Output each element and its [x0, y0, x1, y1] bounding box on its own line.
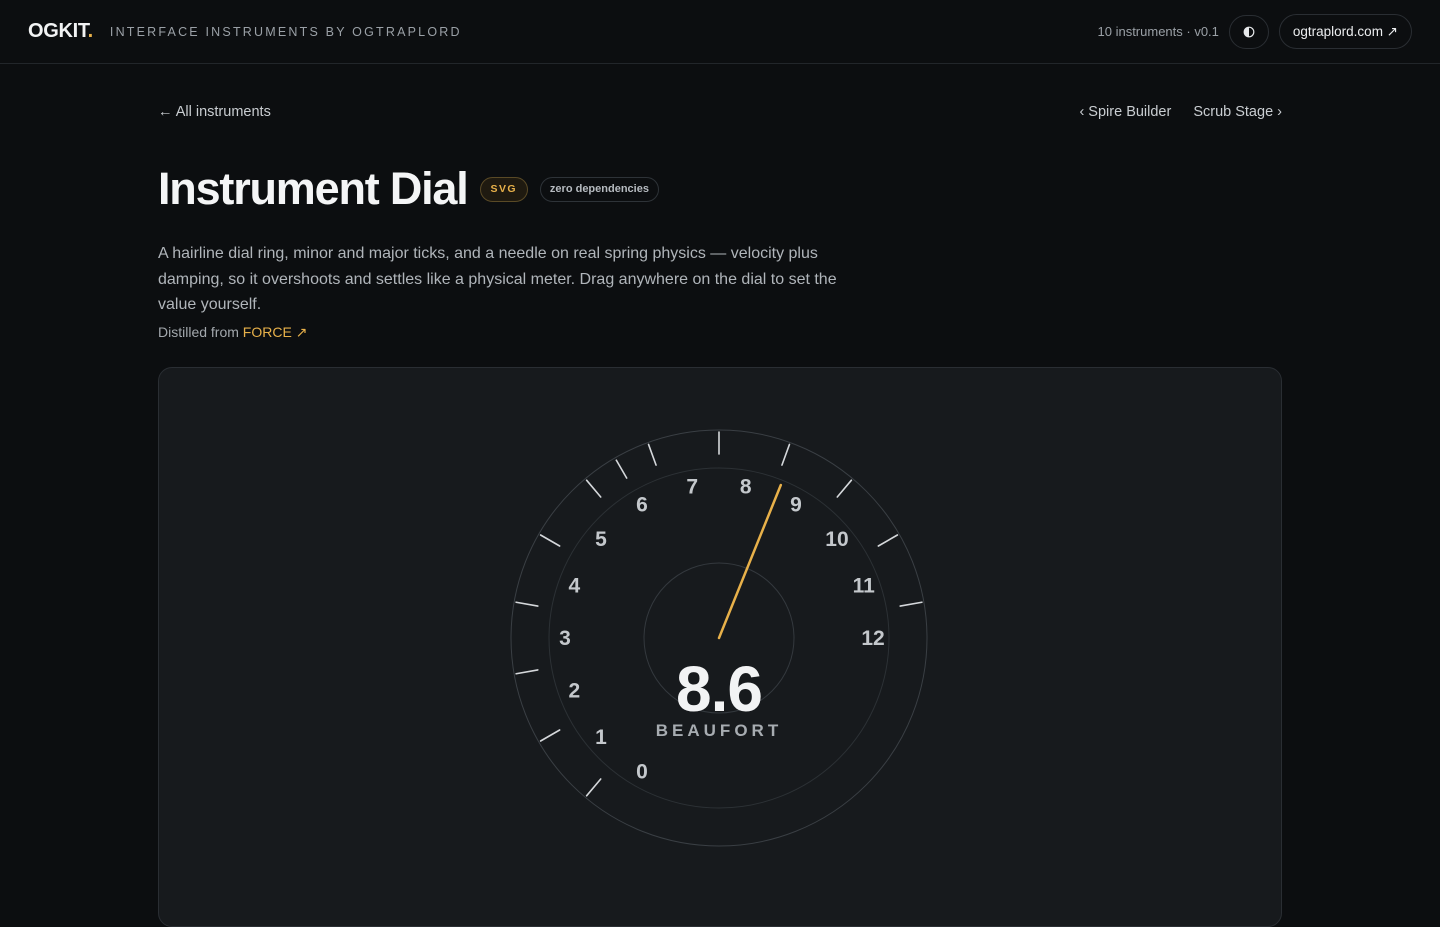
description: A hairline dial ring, minor and major ti…: [158, 245, 837, 313]
dial-tick-label: 3: [559, 627, 571, 650]
dial-tick-label: 1: [595, 726, 607, 749]
dial-tick-label: 6: [636, 494, 648, 517]
dial-tick-label: 11: [853, 574, 876, 597]
prev-next-nav: ‹ Spire Builder Scrub Stage ›: [1079, 104, 1282, 120]
dial-tick: [647, 443, 657, 466]
top-bar: OGKIT. INTERFACE INSTRUMENTS BY OGTRAPLO…: [0, 0, 1440, 64]
dial-tick-label: 8: [740, 475, 752, 498]
dial-tick-label: 10: [825, 528, 848, 551]
instrument-count: 10 instruments · v0.1: [1097, 24, 1219, 39]
contrast-icon: [1243, 26, 1255, 37]
dial-tick: [899, 601, 923, 607]
site-link-button[interactable]: ogtraplord.com ↗: [1278, 14, 1412, 49]
theme-toggle-button[interactable]: [1228, 14, 1269, 49]
prev-link[interactable]: ‹ Spire Builder: [1079, 104, 1171, 120]
dial-tick-label: 4: [568, 574, 580, 597]
dial-tick: [615, 459, 628, 480]
dependencies-badge: zero dependencies: [539, 176, 659, 202]
logo-dot: .: [87, 20, 94, 42]
dial-tick: [515, 601, 539, 607]
distilled-from: Distilled from FORCE ↗: [158, 324, 307, 341]
dial-tick-label: 7: [686, 475, 698, 498]
dial-tick: [836, 479, 853, 498]
dial-tick-label: 0: [636, 760, 648, 783]
instrument-stage: 0 1 2 3 4 5 6 7 8 9 10 11 12 8.6 BEAUFORT: [158, 367, 1282, 927]
distilled-prefix: Distilled from: [158, 324, 239, 340]
force-link[interactable]: FORCE ↗: [243, 324, 308, 340]
logo-text: OGKIT: [28, 20, 88, 42]
title-row: Instrument Dial SVG zero dependencies: [158, 163, 659, 215]
dial-tick-label: 5: [595, 528, 607, 551]
next-link[interactable]: Scrub Stage ›: [1193, 104, 1282, 120]
instrument-dial[interactable]: 01234567 89101112: [509, 428, 929, 848]
dial-tick-label: 2: [568, 680, 580, 703]
top-bar-actions: 10 instruments · v0.1 ogtraplord.com ↗: [1097, 14, 1412, 49]
dial-tick: [539, 534, 561, 547]
dial-tick: [781, 443, 791, 466]
instrument-nav: ← All instruments ‹ Spire Builder Scrub …: [158, 104, 1282, 120]
dial-tick: [539, 729, 561, 742]
dial-tick: [585, 479, 602, 498]
dial-tick: [585, 778, 602, 797]
dial-tick-label: 9: [790, 494, 802, 517]
dial-tick-label: 12: [861, 627, 884, 650]
dial-tick: [515, 669, 539, 675]
dial-needle: [717, 483, 783, 640]
back-link[interactable]: ← All instruments: [158, 104, 271, 120]
tagline: INTERFACE INSTRUMENTS BY OGTRAPLORD: [109, 24, 462, 39]
logo[interactable]: OGKIT.: [28, 20, 93, 43]
dial-tick: [877, 534, 899, 547]
svg-badge: SVG: [479, 176, 528, 202]
page-title: Instrument Dial: [158, 163, 469, 214]
